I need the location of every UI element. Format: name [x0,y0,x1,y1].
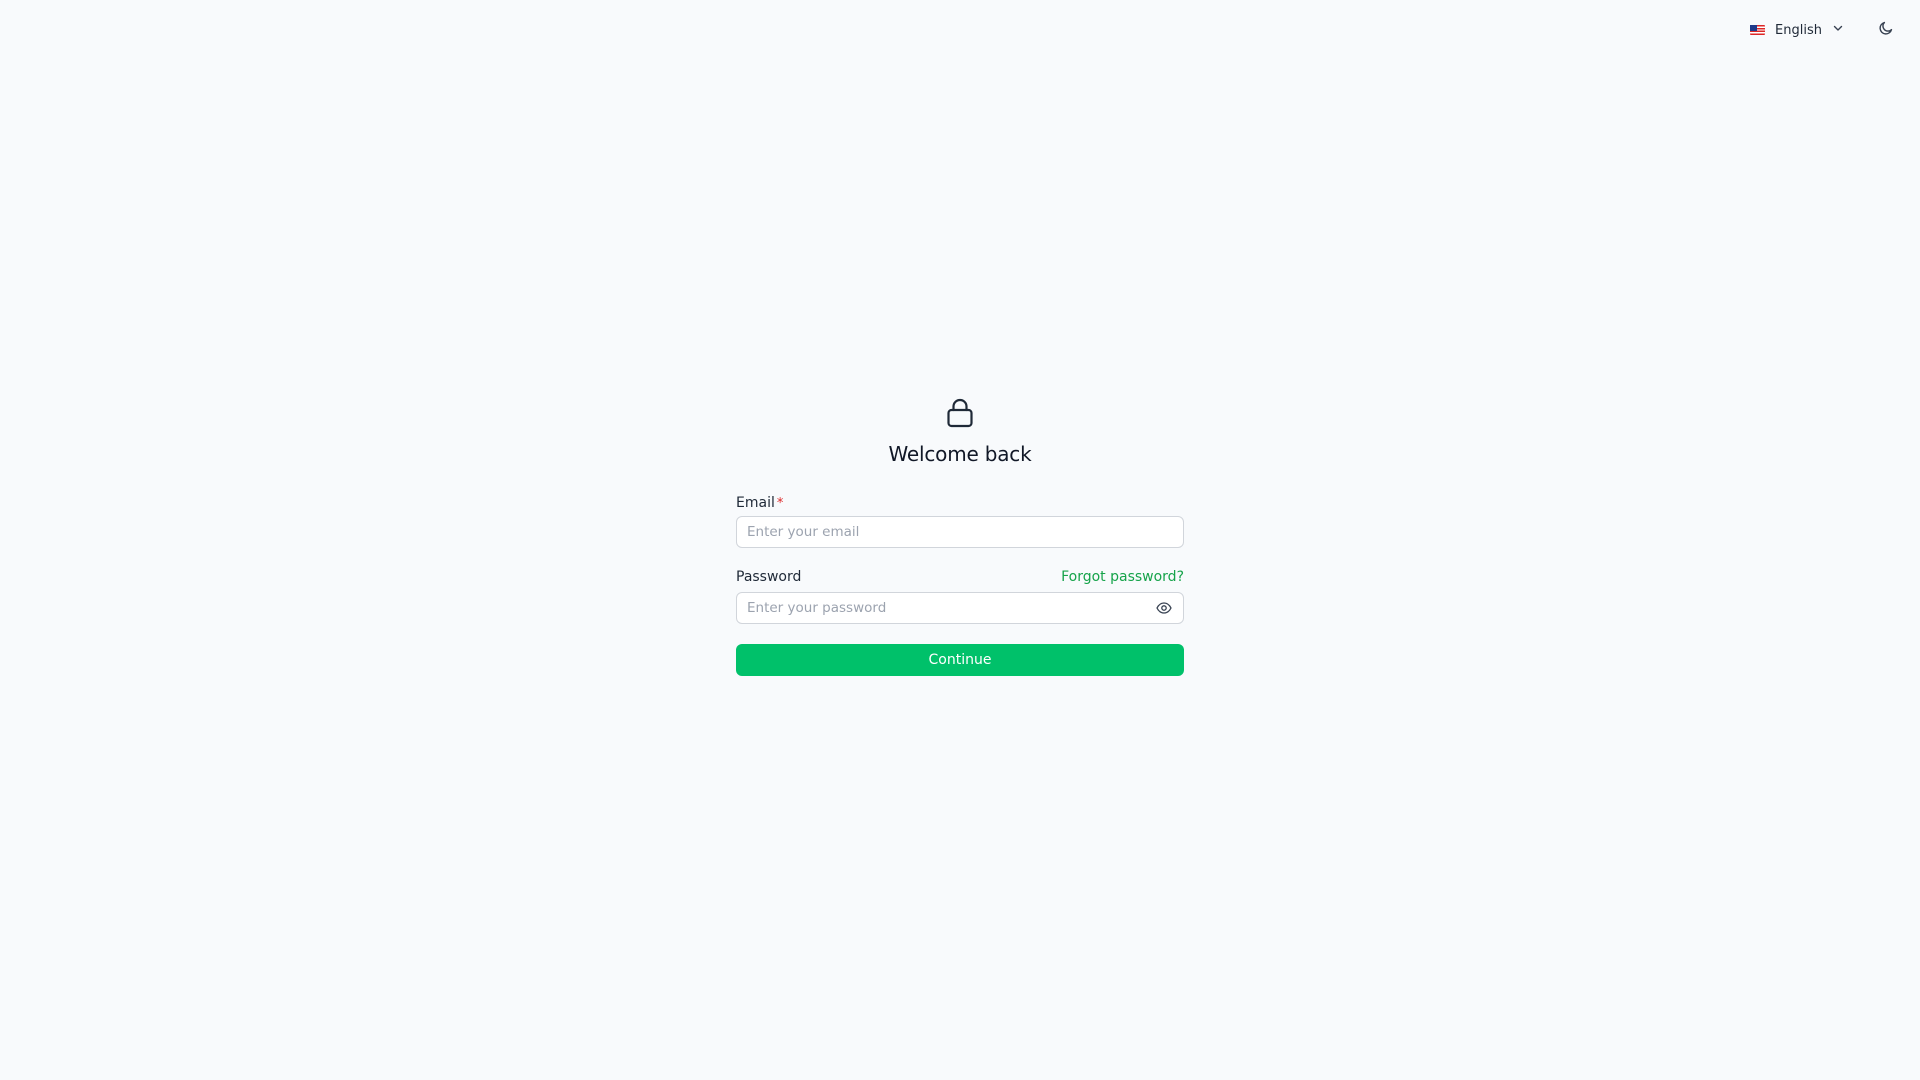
language-label: English [1775,22,1822,38]
email-label-wrap: Email * [736,492,783,511]
password-field-group: Password Forgot password? [736,568,1184,624]
email-field-group: Email * [736,492,1184,548]
eye-icon[interactable] [1155,600,1172,616]
language-selector[interactable]: English [1744,16,1850,44]
required-mark: * [776,495,784,511]
password-label: Password [736,569,802,585]
chevron-down-icon [1832,22,1844,38]
theme-toggle-button[interactable] [1872,16,1900,44]
password-input[interactable] [736,592,1184,624]
moon-icon [1878,20,1894,40]
us-flag-icon [1750,25,1766,35]
login-card: Welcome back Email* Password Forgot pass… [736,396,1184,676]
login-header: Welcome back [736,396,1184,466]
continue-button[interactable]: Continue [736,644,1184,676]
lock-icon [944,396,976,430]
email-input[interactable] [736,516,1184,548]
page-title: Welcome back [888,442,1032,466]
top-bar: English [1744,16,1900,44]
forgot-password-link[interactable]: Forgot password? [1061,569,1184,585]
email-label: Email [736,494,775,511]
